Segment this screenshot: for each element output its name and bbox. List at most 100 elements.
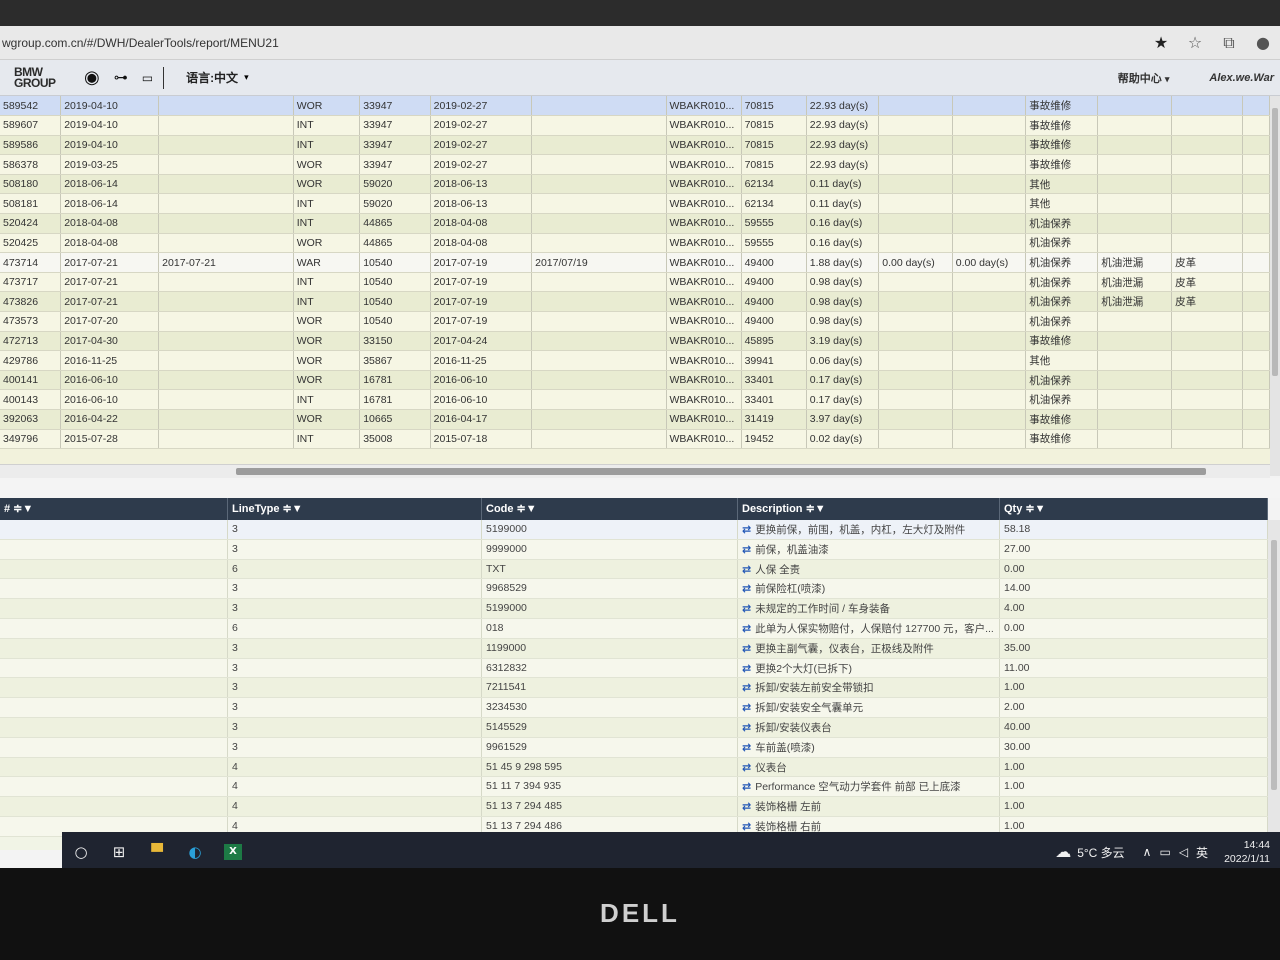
cell-filler	[1242, 96, 1270, 117]
scrollbar-thumb[interactable]	[236, 468, 1206, 475]
table-row[interactable]: 473717 2017-07-21 INT 10540 2017-07-19 WBAKR0…	[0, 272, 1270, 293]
swap-arrows-icon[interactable]: ⇄	[742, 701, 751, 714]
table-row[interactable]: 3 3234530 ⇄ 拆卸/安装安全气囊单元 2.00	[0, 698, 1268, 718]
table-row[interactable]: 4 51 11 7 394 935 ⇄ Performance 空气动力学套件 前部 …	[0, 777, 1268, 798]
scrollbar-thumb[interactable]	[1271, 540, 1277, 790]
table-row[interactable]: 3 7211541 ⇄ 拆卸/安装左前安全带锁扣 1.00	[0, 678, 1268, 699]
table-row[interactable]: 589542 2019-04-10 WOR 33947 2019-02-27 WBAKR0…	[0, 96, 1270, 117]
table-row[interactable]: 473826 2017-07-21 INT 10540 2017-07-19 WBAKR0…	[0, 291, 1270, 313]
description-text: 此单为人保实物赔付，人保赔付 127700 元，客户...	[755, 622, 994, 635]
column-header-linetype[interactable]: LineType ≑▼	[228, 498, 482, 520]
table-row[interactable]: 3 5199000 ⇄ 未规定的工作时间 / 车身装备 4.00	[0, 599, 1268, 619]
user-name[interactable]: Alex.we.War	[1209, 72, 1274, 84]
swap-arrows-icon[interactable]: ⇄	[742, 662, 751, 675]
cell-date4	[531, 193, 667, 215]
bmw-roundel-icon[interactable]: ◉	[84, 67, 100, 88]
column-header-number[interactable]: # ≑▼	[0, 498, 228, 520]
table-row[interactable]: 4 51 13 7 294 485 ⇄ 装饰格栅 左前 1.00	[0, 797, 1268, 817]
weather-text[interactable]: 5°C 多云	[1077, 844, 1124, 861]
table-row[interactable]: 400143 2016-06-10 INT 16781 2016-06-10 WBAKR0…	[0, 389, 1270, 410]
language-selector[interactable]: 语言:中文 ▾	[186, 69, 249, 86]
cell-type: INT	[293, 115, 361, 136]
help-center-menu[interactable]: 帮助中心 ▾	[1118, 70, 1170, 86]
file-explorer-icon[interactable]: ▀	[138, 843, 176, 861]
excel-icon[interactable]: X	[224, 844, 242, 860]
rolls-royce-icon[interactable]: ▭	[142, 71, 153, 85]
table-row[interactable]: 392063 2016-04-22 WOR 10665 2016-04-17 WBAKR0…	[0, 409, 1270, 430]
column-header-description[interactable]: Description ≑▼	[738, 498, 1000, 520]
favorites-icon[interactable]: ☆	[1178, 33, 1212, 52]
cell-type: WOR	[293, 350, 361, 371]
table-row[interactable]: 473714 2017-07-21 2017-07-21 WAR 10540 2017-0…	[0, 252, 1270, 273]
table-row[interactable]: 3 9961529 ⇄ 车前盖(喷漆) 30.00	[0, 737, 1268, 758]
browser-address-bar[interactable]: wgroup.com.cn/#/DWH/DealerTools/report/M…	[0, 26, 1280, 60]
table-row[interactable]: 589586 2019-04-10 INT 33947 2019-02-27 WBAKR0…	[0, 135, 1270, 156]
chevron-up-icon[interactable]: ∧	[1143, 845, 1152, 859]
cell-description: ⇄ 人保 全责	[738, 559, 1000, 579]
cell-d2	[878, 154, 953, 175]
table-row[interactable]: 520424 2018-04-08 INT 44865 2018-04-08 WBAKR0…	[0, 213, 1270, 234]
task-view-icon[interactable]: ⊞	[100, 843, 138, 861]
table-row[interactable]: 472713 2017-04-30 WOR 33150 2017-04-24 WBAKR0…	[0, 331, 1270, 352]
top-grid-vertical-scrollbar[interactable]	[1270, 96, 1280, 476]
profile-icon[interactable]: ●	[1246, 33, 1280, 52]
swap-arrows-icon[interactable]: ⇄	[742, 602, 751, 615]
swap-arrows-icon[interactable]: ⇄	[742, 622, 751, 635]
swap-arrows-icon[interactable]: ⇄	[742, 543, 751, 556]
table-row[interactable]: 508180 2018-06-14 WOR 59020 2018-06-13 WBAKR0…	[0, 174, 1270, 195]
swap-arrows-icon[interactable]: ⇄	[742, 780, 751, 793]
table-row[interactable]: 3 9968529 ⇄ 前保险杠(喷漆) 14.00	[0, 579, 1268, 600]
swap-arrows-icon[interactable]: ⇄	[742, 642, 751, 655]
cell-code: 9961529	[482, 737, 738, 757]
table-row[interactable]: 400141 2016-06-10 WOR 16781 2016-06-10 WBAKR0…	[0, 370, 1270, 391]
mini-wings-icon[interactable]: ⊶	[114, 69, 128, 86]
scrollbar-thumb[interactable]	[1272, 108, 1278, 376]
search-circle-icon[interactable]: ○	[62, 843, 100, 861]
swap-arrows-icon[interactable]: ⇄	[742, 681, 751, 694]
table-row[interactable]: 3 5145529 ⇄ 拆卸/安装仪表台 40.00	[0, 717, 1268, 738]
cell-d1: 1.88 day(s)	[806, 252, 880, 273]
swap-arrows-icon[interactable]: ⇄	[742, 741, 751, 754]
column-header-qty[interactable]: Qty ≑▼	[1000, 498, 1268, 520]
cell-linetype: 3	[228, 539, 482, 559]
swap-arrows-icon[interactable]: ⇄	[742, 523, 751, 536]
cell-d2	[878, 115, 953, 136]
collections-icon[interactable]: ⧉	[1212, 33, 1246, 53]
table-row[interactable]: 586378 2019-03-25 WOR 33947 2019-02-27 WBAKR0…	[0, 154, 1270, 175]
table-row[interactable]: 3 5199000 ⇄ 更换前保，前围，机盖，内杠，左大灯及附件 58.18	[0, 520, 1268, 540]
speaker-icon[interactable]: ◁	[1179, 845, 1188, 859]
table-row[interactable]: 473573 2017-07-20 WOR 10540 2017-07-19 WBAKR0…	[0, 311, 1270, 332]
bottom-grid-vertical-scrollbar[interactable]	[1268, 520, 1280, 850]
cloud-icon[interactable]: ☁	[1055, 842, 1071, 862]
table-row[interactable]: 3 9999000 ⇄ 前保，机盖油漆 27.00	[0, 539, 1268, 560]
table-row[interactable]: 4 51 45 9 298 595 ⇄ 仪表台 1.00	[0, 757, 1268, 778]
panel-splitter[interactable]	[0, 478, 1280, 498]
column-header-code[interactable]: Code ≑▼	[482, 498, 738, 520]
table-row[interactable]: 508181 2018-06-14 INT 59020 2018-06-13 WBAKR0…	[0, 193, 1270, 215]
swap-arrows-icon[interactable]: ⇄	[742, 820, 751, 833]
table-row[interactable]: 589607 2019-04-10 INT 33947 2019-02-27 WBAKR0…	[0, 115, 1270, 136]
table-row[interactable]: 3 1199000 ⇄ 更换主副气囊，仪表台，正极线及附件 35.00	[0, 638, 1268, 659]
cell-date3: 2019-02-27	[430, 154, 533, 175]
edge-browser-icon[interactable]: ◐	[176, 843, 214, 861]
cell-km: 33401	[741, 389, 807, 410]
clock[interactable]: 14:44 2022/1/11	[1224, 838, 1270, 866]
swap-arrows-icon[interactable]: ⇄	[742, 582, 751, 595]
table-row[interactable]: 349796 2015-07-28 INT 35008 2015-07-18 WBAKR0…	[0, 429, 1270, 450]
description-text: 拆卸/安装左前安全带锁扣	[755, 682, 874, 695]
url-text[interactable]: wgroup.com.cn/#/DWH/DealerTools/report/M…	[0, 36, 1144, 50]
swap-arrows-icon[interactable]: ⇄	[742, 800, 751, 813]
swap-arrows-icon[interactable]: ⇄	[742, 761, 751, 774]
table-row[interactable]: 3 6312832 ⇄ 更换2个大灯(已拆下) 11.00	[0, 658, 1268, 679]
ime-indicator[interactable]: 英	[1196, 844, 1208, 861]
table-row[interactable]: 520425 2018-04-08 WOR 44865 2018-04-08 WBAKR0…	[0, 233, 1270, 254]
table-row[interactable]: 429786 2016-11-25 WOR 35867 2016-11-25 WBAKR0…	[0, 350, 1270, 371]
cell-type: INT	[293, 389, 361, 410]
network-icon[interactable]: ▭	[1159, 845, 1170, 859]
favorite-star-icon[interactable]: ★	[1144, 33, 1178, 52]
swap-arrows-icon[interactable]: ⇄	[742, 563, 751, 576]
table-row[interactable]: 6 TXT ⇄ 人保 全责 0.00	[0, 559, 1268, 580]
top-grid-horizontal-scrollbar[interactable]	[0, 464, 1270, 478]
swap-arrows-icon[interactable]: ⇄	[742, 721, 751, 734]
table-row[interactable]: 6 018 ⇄ 此单为人保实物赔付，人保赔付 127700 元，客户... 0.00	[0, 618, 1268, 639]
